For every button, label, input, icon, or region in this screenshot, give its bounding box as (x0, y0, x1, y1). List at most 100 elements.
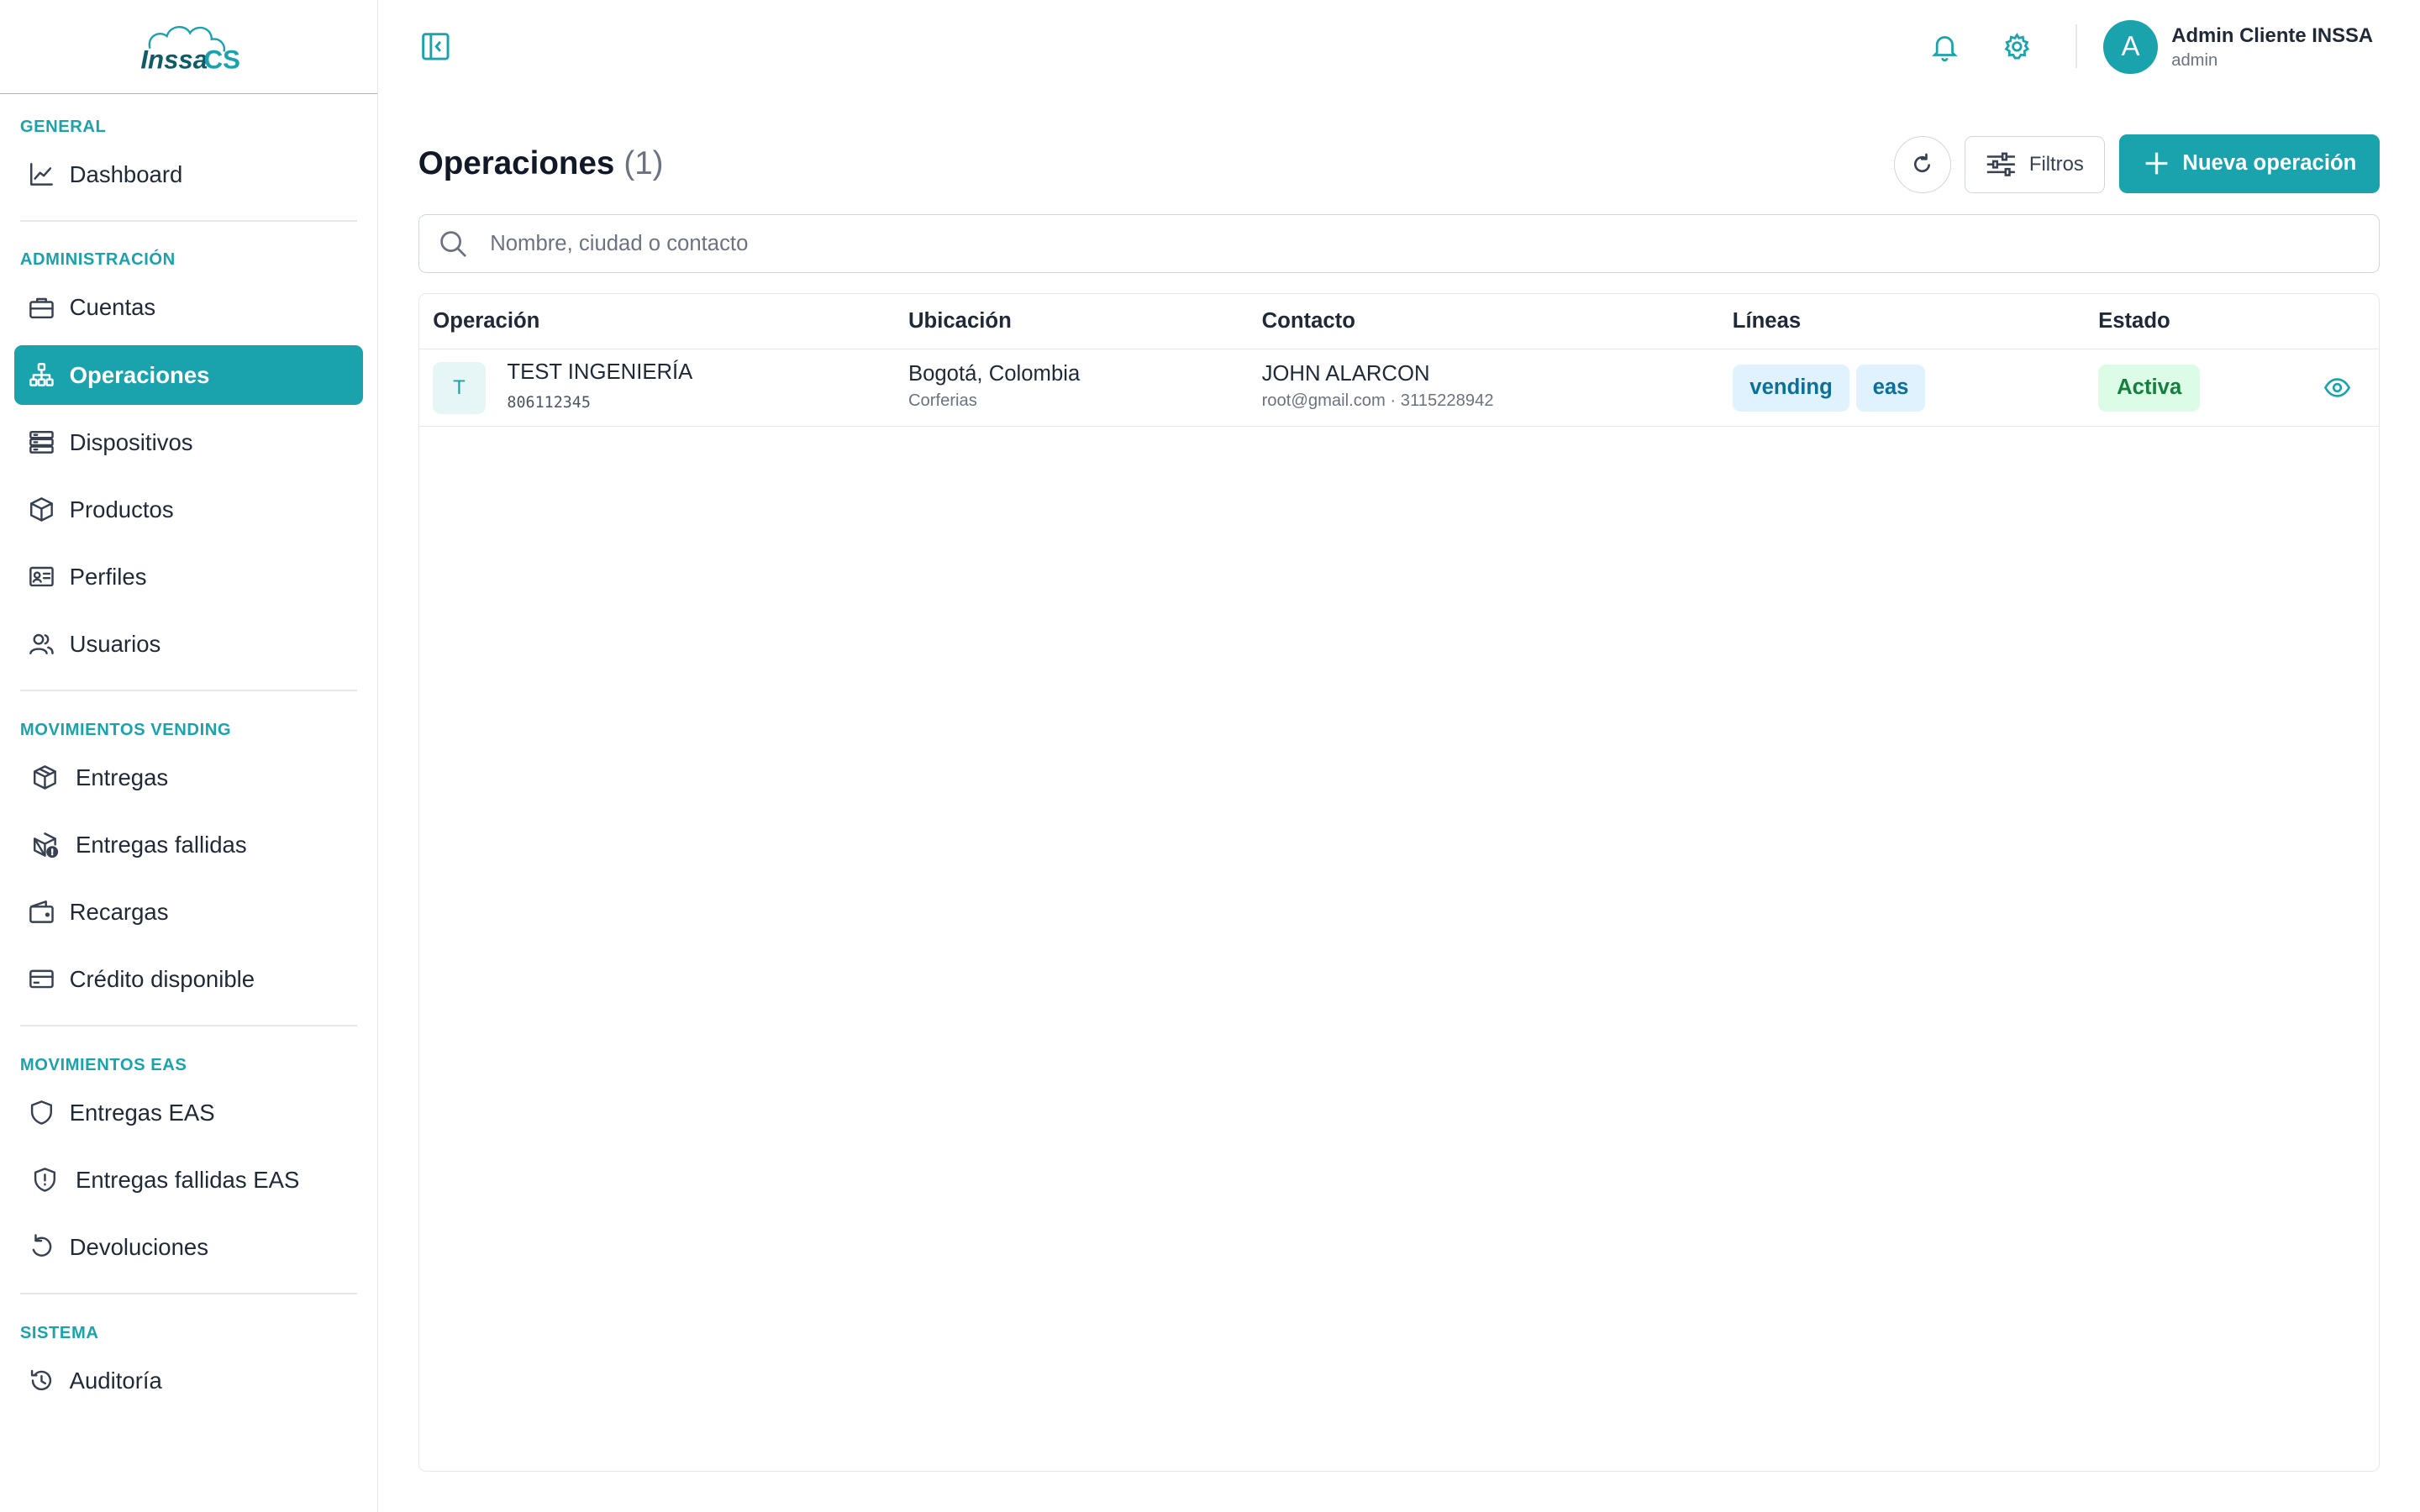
svg-text:Inssa: Inssa (141, 45, 208, 74)
sidebar-divider (19, 219, 358, 222)
briefcase-icon (26, 292, 57, 323)
history-icon (26, 1365, 57, 1396)
sliders-icon (1987, 152, 2016, 176)
chart-line-icon (26, 159, 57, 190)
sidebar-item-dashboard[interactable]: Dashboard (14, 144, 364, 205)
sidebar-item-recargas[interactable]: Recargas (14, 882, 364, 942)
new-operation-label: Nueva operación (2182, 151, 2357, 176)
package-icon (29, 762, 60, 793)
operation-avatar: T (433, 361, 486, 415)
logo[interactable]: Inssa CS (0, 0, 377, 95)
gear-icon[interactable] (2002, 31, 2033, 62)
operation-name: TEST INGENIERÍA (507, 360, 693, 384)
sidebar-section-title: MOVIMIENTOS VENDING (19, 720, 232, 739)
sidebar-divider (19, 689, 358, 691)
sidebar-divider (19, 1292, 358, 1294)
sidebar-item-entregas[interactable]: Entregas (14, 748, 364, 808)
inssa-cs-logo: Inssa CS (141, 25, 240, 74)
sidebar-item-cuentas[interactable]: Cuentas (14, 278, 364, 339)
sidebar-item-entregas-fallidas-eas[interactable]: Entregas fallidas EAS (14, 1150, 364, 1210)
server-icon (26, 427, 57, 458)
sidebar-item-label: Productos (69, 496, 174, 522)
sidebar-item-label: Entregas EAS (69, 1099, 215, 1126)
contact-name: JOHN ALARCON (1261, 361, 1430, 386)
sidebar-item-label: Crédito disponible (69, 965, 255, 992)
sidebar-item-devoluciones[interactable]: Devoluciones (14, 1217, 364, 1278)
sidebar-section-title: SISTEMA (19, 1323, 99, 1342)
shield-icon (26, 1097, 57, 1128)
plus-icon (2145, 152, 2167, 175)
sidebar-item-dispositivos[interactable]: Dispositivos (14, 412, 364, 473)
table-header: Operación Ubicación Contacto Líneas Esta… (418, 294, 2380, 350)
sidebar-item-label: Entregas (75, 764, 169, 790)
search-input[interactable] (490, 231, 2033, 256)
box-icon (26, 494, 57, 525)
sidebar-item-perfiles[interactable]: Perfiles (14, 547, 364, 607)
record-count: (1) (623, 144, 664, 181)
users-icon (26, 628, 57, 659)
filters-button[interactable]: Filtros (1965, 135, 2106, 193)
column-header[interactable]: Líneas (1733, 309, 1801, 333)
sidebar-item-label: Operaciones (69, 361, 210, 388)
sidebar-item-label: Dispositivos (69, 428, 193, 455)
line-chip-eas: eas (1855, 365, 1926, 412)
new-operation-button[interactable]: Nueva operación (2118, 134, 2381, 193)
sidebar-item-credito-disponible[interactable]: Crédito disponible (14, 949, 364, 1010)
line-chip-vending: vending (1732, 365, 1850, 412)
sidebar-item-operaciones[interactable]: Operaciones (13, 344, 364, 406)
sidebar-nav: GENERAL Dashboard ADMINISTRACIÓN Cuentas Ope… (0, 118, 377, 1411)
contact-detail: root@gmail.com · 3115228942 (1261, 391, 1494, 410)
column-header[interactable]: Estado (2098, 309, 2170, 333)
column-header[interactable]: Contacto (1262, 309, 1355, 333)
sidebar-item-label: Devoluciones (69, 1233, 208, 1260)
user-name[interactable]: Admin Cliente INSSA (2171, 24, 2373, 48)
collapse-sidebar-icon[interactable] (420, 31, 451, 62)
wallet-icon (26, 896, 57, 927)
sidebar-item-label: Usuarios (69, 630, 161, 657)
column-header[interactable]: Ubicación (908, 309, 1012, 333)
search-box (418, 214, 2381, 274)
id-card-icon (26, 561, 57, 592)
refresh-button[interactable] (1893, 135, 1951, 193)
location-city: Bogotá, Colombia (908, 361, 1081, 386)
sitemap-icon (26, 360, 57, 391)
topbar-divider (2075, 24, 2078, 68)
sidebar: Inssa CS GENERAL Dashboard ADMINISTRACIÓN C… (0, 0, 378, 1512)
sidebar-item-usuarios[interactable]: Usuarios (14, 614, 364, 675)
topbar: A Admin Cliente INSSA admin (378, 0, 2420, 94)
sidebar-section-title: ADMINISTRACIÓN (19, 250, 176, 270)
sidebar-item-label: Recargas (69, 898, 169, 925)
sidebar-section-title: MOVIMIENTOS EAS (19, 1055, 187, 1074)
shield-alert-icon (29, 1164, 60, 1195)
column-header[interactable]: Operación (433, 309, 539, 333)
avatar[interactable]: A (2103, 19, 2158, 75)
refresh-icon (1914, 153, 1931, 173)
undo-icon (26, 1231, 57, 1263)
search-icon (439, 231, 466, 257)
sidebar-item-entregas-fallidas[interactable]: Entregas fallidas (14, 815, 364, 875)
filters-label: Filtros (2028, 152, 2084, 176)
sidebar-section-title: GENERAL (19, 117, 107, 136)
user-role: admin (2171, 50, 2218, 70)
sidebar-item-label: Entregas fallidas EAS (75, 1166, 300, 1193)
credit-card-icon (26, 963, 57, 995)
bell-icon[interactable] (1929, 31, 1960, 62)
sidebar-item-entregas-eas[interactable]: Entregas EAS (14, 1083, 364, 1143)
page-title: Operaciones (1) (418, 145, 664, 182)
sidebar-item-label: Entregas fallidas (75, 831, 247, 858)
package-alert-icon (29, 829, 60, 860)
svg-text:CS: CS (204, 45, 240, 74)
operations-table: Operación Ubicación Contacto Líneas Esta… (418, 292, 2381, 1473)
sidebar-item-label: Auditoría (69, 1367, 162, 1394)
view-eye-icon[interactable] (2323, 374, 2351, 402)
sidebar-item-label: Dashboard (69, 160, 183, 187)
sidebar-item-productos[interactable]: Productos (14, 480, 364, 540)
sidebar-item-label: Cuentas (69, 294, 156, 321)
status-badge: Activa (2098, 365, 2201, 412)
sidebar-divider (19, 1024, 358, 1026)
sidebar-item-auditoria[interactable]: Auditoría (14, 1351, 364, 1411)
operation-code: 806112345 (507, 394, 591, 412)
page-title-text: Operaciones (418, 144, 615, 181)
table-row[interactable]: T TEST INGENIERÍA 806112345 Bogotá, Colo… (418, 349, 2380, 427)
location-place: Corferias (908, 391, 977, 410)
